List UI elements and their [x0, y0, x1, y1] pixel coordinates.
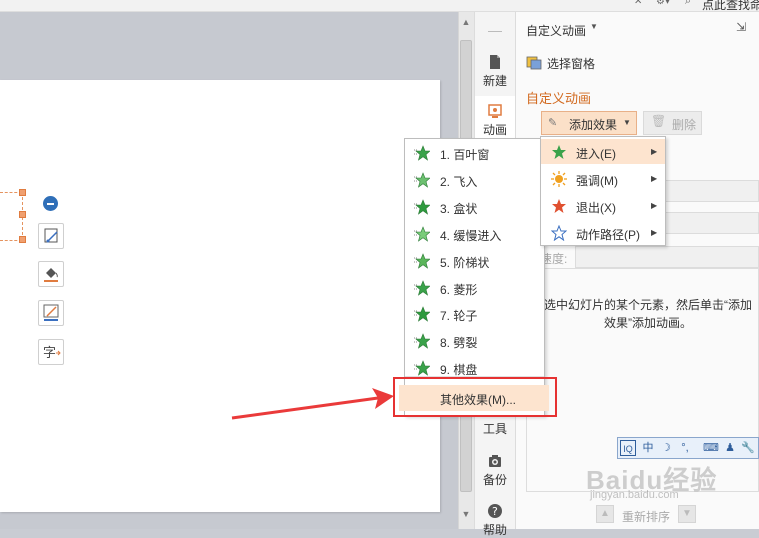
- wrench-icon[interactable]: 🔧: [740, 440, 756, 456]
- category-menu-label: 退出(X): [576, 201, 616, 215]
- delete-label: 删除: [672, 118, 697, 132]
- chevron-down-icon[interactable]: ▼: [590, 22, 598, 31]
- category-menu-label: 进入(E): [576, 147, 616, 161]
- tab-animation[interactable]: 动画: [474, 103, 516, 138]
- tab-help-label: 帮助: [482, 523, 507, 537]
- backup-icon: [489, 455, 501, 467]
- punctuation-icon[interactable]: °,: [676, 440, 694, 456]
- ime-mode-label[interactable]: 中: [640, 440, 656, 456]
- ime-logo-icon[interactable]: IQ: [620, 440, 636, 456]
- add-effect-chevron-icon: ▼: [623, 118, 631, 127]
- effect-star-icon: [414, 252, 430, 269]
- animation-icon: [488, 104, 502, 118]
- effect-menu-label: 7. 轮子: [440, 309, 478, 324]
- speed-select[interactable]: [575, 246, 759, 268]
- edit-shape-button[interactable]: [38, 223, 64, 249]
- user-icon[interactable]: ♟: [722, 440, 738, 456]
- resize-handle-right[interactable]: [19, 211, 26, 218]
- svg-text:字: 字: [43, 346, 56, 361]
- text-format-button[interactable]: 字: [38, 339, 64, 365]
- effect-star-icon: [414, 333, 430, 350]
- submenu-chevron-icon: ▶: [651, 147, 658, 156]
- tab-help[interactable]: ? 帮助: [474, 503, 516, 538]
- move-up-icon[interactable]: ▲: [596, 505, 614, 523]
- annotation-highlight-box: [393, 377, 557, 417]
- settings-dropdown-icon[interactable]: ⚙▾: [656, 0, 670, 7]
- outline-pen-icon: [43, 304, 59, 321]
- paint-bucket-icon: [44, 268, 58, 282]
- effect-star-icon: [414, 360, 430, 376]
- scroll-up-icon[interactable]: ▲: [458, 14, 474, 30]
- add-effect-label: 添加效果: [569, 118, 618, 132]
- tab-new[interactable]: 新建: [474, 54, 516, 89]
- outline-color-button[interactable]: [38, 300, 64, 326]
- pencil-icon: ✎: [548, 117, 558, 129]
- effect-menu-label: 3. 盒状: [440, 201, 478, 216]
- exit-star-icon: [552, 199, 566, 213]
- submenu-chevron-icon: ▶: [651, 201, 658, 210]
- tab-tools-label: 工具: [482, 422, 507, 436]
- effect-star-icon: [414, 225, 430, 242]
- submenu-chevron-icon: ▶: [651, 174, 658, 183]
- empty-list-hint: 选中幻灯片的某个元素，然后单击“添加效果”添加动画。: [544, 298, 752, 330]
- new-file-icon: [490, 55, 500, 69]
- search-icon[interactable]: ⌕: [685, 0, 697, 7]
- dock-panel-icon[interactable]: ⇲: [736, 20, 746, 34]
- svg-text:?: ?: [492, 505, 498, 518]
- reorder-label: 重新排序: [622, 510, 671, 524]
- section-heading: 自定义动画: [526, 91, 592, 106]
- enter-star-icon: [552, 145, 566, 159]
- effect-star-icon: [414, 306, 430, 323]
- tab-backup-label: 备份: [482, 473, 507, 487]
- trash-icon: 🗑: [651, 114, 667, 128]
- half-width-moon-icon[interactable]: ☽: [658, 440, 674, 456]
- text-char-icon: 字: [43, 346, 61, 361]
- clear-icon[interactable]: ✕: [634, 0, 644, 7]
- motion-path-star-icon: [551, 225, 567, 241]
- emphasis-sun-icon: [551, 171, 567, 187]
- effect-star-icon: [414, 145, 430, 161]
- effect-menu-label: 4. 缓慢进入: [440, 228, 502, 243]
- tab-new-label: 新建: [482, 74, 507, 88]
- effect-menu-label: 1. 百叶窗: [440, 148, 490, 162]
- select-pane-icon[interactable]: [526, 54, 542, 70]
- scroll-down-icon[interactable]: ▼: [458, 506, 474, 522]
- fill-color-button[interactable]: [38, 261, 64, 287]
- category-menu-label: 动作路径(P): [576, 228, 640, 242]
- help-icon: ?: [488, 504, 502, 518]
- collapse-minus-icon[interactable]: [43, 196, 58, 211]
- select-pane-link[interactable]: 选择窗格: [547, 55, 595, 72]
- effect-menu-label: 5. 阶梯状: [440, 255, 490, 270]
- edit-shape-icon: [44, 228, 58, 243]
- effect-star-icon: [414, 198, 430, 215]
- panel-title[interactable]: 自定义动画: [526, 22, 586, 39]
- top-toolbar: [0, 0, 759, 12]
- annotation-arrow: [231, 388, 394, 420]
- watermark-url: jingyan.baidu.com: [590, 489, 679, 501]
- tab-animation-label: 动画: [482, 123, 507, 137]
- tab-strip-divider: [488, 31, 502, 32]
- resize-handle-top-right[interactable]: [19, 189, 26, 196]
- effect-star-icon: [414, 172, 430, 188]
- submenu-chevron-icon: ▶: [651, 228, 658, 237]
- category-menu-label: 强调(M): [576, 174, 618, 188]
- tab-backup[interactable]: 备份: [474, 453, 516, 488]
- effect-menu-label: 2. 飞入: [440, 174, 478, 189]
- slide-canvas[interactable]: [0, 80, 440, 512]
- move-down-icon[interactable]: ▼: [678, 505, 696, 523]
- effect-menu-label: 8. 劈裂: [440, 336, 478, 351]
- resize-handle-bottom-right[interactable]: [19, 236, 26, 243]
- keyboard-icon[interactable]: ⌨: [702, 440, 720, 456]
- effect-star-icon: [414, 279, 430, 296]
- effect-menu-label: 6. 菱形: [440, 282, 478, 297]
- tab-tools[interactable]: 工具: [474, 420, 516, 437]
